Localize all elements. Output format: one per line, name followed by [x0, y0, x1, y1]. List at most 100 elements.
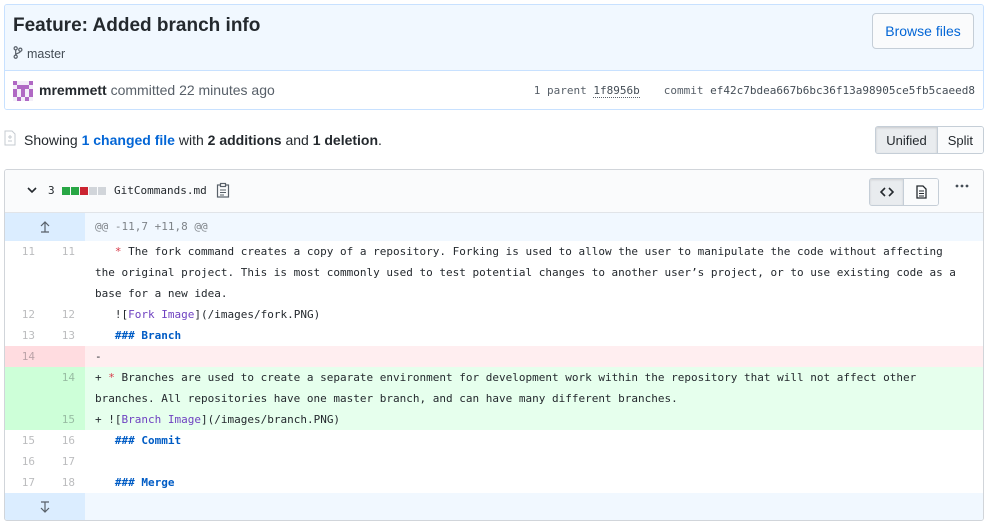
avatar[interactable] — [13, 81, 33, 101]
source-diff-button[interactable] — [870, 179, 904, 205]
more-options-icon[interactable] — [955, 184, 969, 188]
code-line — [85, 451, 983, 472]
summary-text: Showing 1 changed file with 2 additions … — [24, 132, 382, 148]
parent-info: 1 parent 1f8956b — [534, 84, 640, 98]
code-token: ![ — [101, 308, 129, 321]
code-token: * — [114, 245, 122, 258]
diff-marker: + — [95, 371, 102, 384]
code-token: Branch Image — [121, 413, 201, 426]
new-line-number[interactable] — [45, 346, 85, 367]
sha-info: 1 parent 1f8956b commit ef42c7bdea667b6b… — [534, 84, 975, 98]
hunk-header: @@ -11,7 +11,8 @@ — [85, 213, 983, 241]
new-line-number[interactable]: 18 — [45, 472, 85, 493]
changed-files-link[interactable]: 1 changed file — [82, 132, 175, 148]
code-line: ### Branch — [85, 325, 983, 346]
diff-lines: 11 11 * The fork command creates a copy o… — [5, 241, 983, 493]
diff-summary: Showing 1 changed file with 2 additions … — [4, 124, 984, 156]
old-line-number[interactable] — [5, 409, 45, 430]
code-line: * The fork command creates a copy of a r… — [85, 241, 983, 304]
file-diff-icon — [4, 130, 16, 146]
branch-icon — [13, 46, 23, 62]
expand-bottom-row — [5, 493, 983, 520]
old-line-number[interactable]: 11 — [5, 241, 45, 304]
new-line-number[interactable]: 17 — [45, 451, 85, 472]
new-line-number[interactable]: 14 — [45, 367, 85, 409]
summary-with: with — [178, 132, 204, 148]
expand-bottom-spacer — [85, 493, 983, 520]
diffstat-block — [80, 187, 88, 195]
diff-line-add: 14 + * Branches are used to create a sepa… — [5, 367, 983, 409]
browse-files-button[interactable]: Browse files — [872, 13, 974, 49]
diff-marker: + — [95, 413, 102, 426]
code-line: + ![Branch Image](/images/branch.PNG) — [85, 409, 983, 430]
chevron-down-icon[interactable] — [27, 185, 37, 195]
diff-line-del: 14 - — [5, 346, 983, 367]
old-line-number[interactable] — [5, 367, 45, 409]
unified-button[interactable]: Unified — [876, 127, 938, 153]
code-token: ### Commit — [114, 434, 182, 447]
code-line: ![Fork Image](/images/fork.PNG) — [85, 304, 983, 325]
author-name[interactable]: mremmett — [39, 82, 107, 98]
code-token: Fork Image — [128, 308, 195, 321]
expand-down-icon[interactable] — [5, 493, 85, 520]
new-line-number[interactable]: 13 — [45, 325, 85, 346]
commit-sha-info: commit ef42c7bdea667b6bc36f13a98905ce5fb… — [664, 84, 975, 97]
old-line-number[interactable]: 17 — [5, 472, 45, 493]
diffstat-block — [62, 187, 70, 195]
new-line-number[interactable]: 12 — [45, 304, 85, 325]
code-token: ### Branch — [114, 329, 182, 342]
branch-name[interactable]: master — [27, 47, 65, 61]
file-name[interactable]: GitCommands.md — [114, 184, 207, 197]
code-token: ](/images/fork.PNG) — [194, 308, 321, 321]
code-token: * — [108, 371, 115, 384]
code-token: The fork command creates a copy of a rep… — [95, 245, 963, 300]
commit-sha: ef42c7bdea667b6bc36f13a98905ce5fb5caeed8 — [710, 84, 975, 97]
commit-time: 22 minutes ago — [179, 82, 275, 98]
code-line: ### Commit — [85, 430, 983, 451]
new-line-number[interactable]: 15 — [45, 409, 85, 430]
diff-marker — [95, 329, 102, 342]
diff-line-ctx: 12 12 ![Fork Image](/images/fork.PNG) — [5, 304, 983, 325]
diff-marker: - — [95, 350, 102, 363]
commit-author-line: mremmett committed 22 minutes ago — [39, 82, 275, 98]
new-line-number[interactable]: 11 — [45, 241, 85, 304]
branch-info: master — [13, 46, 65, 62]
old-line-number[interactable]: 14 — [5, 346, 45, 367]
clipboard-icon[interactable] — [216, 182, 230, 198]
code-token: ](/images/branch.PNG) — [200, 413, 341, 426]
diff-line-ctx: 11 11 * The fork command creates a copy o… — [5, 241, 983, 304]
old-line-number[interactable]: 15 — [5, 430, 45, 451]
code-icon — [879, 187, 894, 197]
diff-line-ctx: 15 16 ### Commit — [5, 430, 983, 451]
expand-up-icon[interactable] — [5, 213, 85, 241]
new-line-number[interactable]: 16 — [45, 430, 85, 451]
diff-marker — [95, 455, 102, 468]
code-line: + * Branches are used to create a separa… — [85, 367, 983, 409]
code-token: Branches are used to create a separate e… — [95, 371, 923, 405]
diff-marker — [95, 476, 102, 489]
diff-marker — [95, 434, 102, 447]
diffstat-block — [89, 187, 97, 195]
diff-line-ctx: 16 17 — [5, 451, 983, 472]
code-line: ### Merge — [85, 472, 983, 493]
commit-title: Feature: Added branch info — [13, 15, 261, 36]
diff-change-count: 3 — [48, 184, 55, 197]
diffstat-block — [98, 187, 106, 195]
rich-diff-button[interactable] — [904, 179, 938, 205]
commit-label: commit — [663, 84, 704, 97]
diff-marker — [95, 245, 102, 258]
code-token: ### Merge — [114, 476, 175, 489]
split-button[interactable]: Split — [937, 127, 983, 153]
diffstat-block — [71, 187, 79, 195]
commit-meta: mremmett committed 22 minutes ago 1 pare… — [5, 71, 983, 109]
commit-title-bar: Feature: Added branch info master Browse… — [5, 5, 983, 71]
parent-sha-link[interactable]: 1f8956b — [593, 84, 640, 98]
code-line: - — [85, 346, 983, 367]
old-line-number[interactable]: 12 — [5, 304, 45, 325]
old-line-number[interactable]: 16 — [5, 451, 45, 472]
old-line-number[interactable]: 13 — [5, 325, 45, 346]
